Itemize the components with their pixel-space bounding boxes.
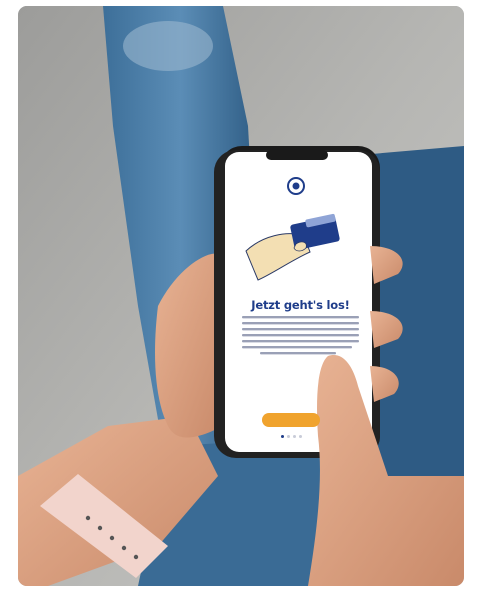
phone-app-screen: Jetzt geht's los! — [232, 156, 369, 452]
start-button[interactable] — [262, 413, 320, 427]
jeans-knee-highlight — [123, 21, 213, 71]
pager-dot-2[interactable] — [287, 435, 290, 438]
pager-dot-1[interactable] — [281, 435, 284, 438]
pager-dot-3[interactable] — [293, 435, 296, 438]
bank-logo-icon — [287, 177, 305, 195]
intro-paragraph-lines — [242, 316, 359, 355]
card-in-hand-illustration — [245, 213, 340, 281]
screen-title: Jetzt geht's los! — [251, 298, 350, 312]
pager-dots — [281, 435, 302, 438]
pager-dot-4[interactable] — [299, 435, 302, 438]
photo: Jetzt geht's los! — [18, 6, 464, 586]
